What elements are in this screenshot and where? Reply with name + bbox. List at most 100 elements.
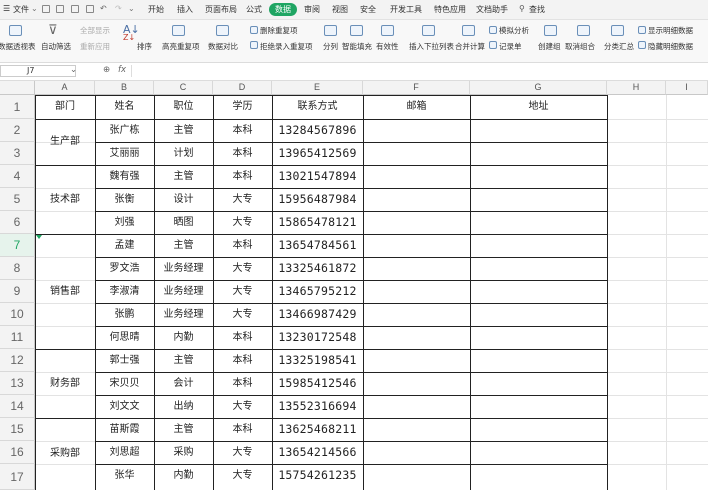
table-cell-name[interactable]: 张华 bbox=[95, 464, 154, 490]
table-cell-education[interactable]: 大专 bbox=[213, 188, 272, 211]
table-cell-name[interactable]: 张广栋 bbox=[95, 119, 154, 142]
row-header-11[interactable]: 11 bbox=[0, 326, 35, 349]
preview-icon[interactable] bbox=[86, 5, 94, 13]
highlight-duplicates-button[interactable]: 高亮重复项 bbox=[162, 41, 200, 52]
split-column-icon[interactable] bbox=[324, 25, 337, 36]
validity-icon[interactable] bbox=[381, 25, 394, 36]
table-cell-name[interactable]: 魏有强 bbox=[95, 165, 154, 188]
table-cell-education[interactable]: 本科 bbox=[213, 142, 272, 165]
name-box[interactable]: J7 bbox=[0, 65, 76, 77]
select-all-corner[interactable] bbox=[0, 81, 35, 95]
remove-duplicates-icon[interactable] bbox=[250, 26, 258, 34]
table-cell-name[interactable]: 何思晴 bbox=[95, 326, 154, 349]
file-menu[interactable]: 文件 bbox=[13, 4, 29, 15]
row-header-13[interactable]: 13 bbox=[0, 372, 35, 395]
tab-doc-assistant[interactable]: 文档助手 bbox=[476, 4, 508, 15]
data-compare-button[interactable]: 数据对比 bbox=[208, 41, 238, 52]
department-cell[interactable]: 销售部 bbox=[35, 234, 95, 349]
tab-data[interactable]: 数据 bbox=[269, 3, 297, 16]
table-cell-phone[interactable]: 13466987429 bbox=[272, 303, 363, 326]
table-cell-education[interactable]: 本科 bbox=[213, 372, 272, 395]
show-detail-button[interactable]: 显示明细数据 bbox=[648, 25, 693, 36]
sort-button[interactable]: 排序 bbox=[137, 41, 152, 52]
row-header-1[interactable]: 1 bbox=[0, 95, 35, 119]
table-cell-position[interactable]: 业务经理 bbox=[154, 257, 213, 280]
table-cell-position[interactable]: 主管 bbox=[154, 349, 213, 372]
department-cell[interactable]: 财务部 bbox=[35, 349, 95, 418]
table-cell-education[interactable]: 本科 bbox=[213, 418, 272, 441]
col-header-c[interactable]: C bbox=[154, 81, 213, 95]
table-cell-name[interactable]: 刘强 bbox=[95, 211, 154, 234]
menu-icon[interactable]: ☰ bbox=[3, 4, 10, 13]
subtotal-button[interactable]: 分类汇总 bbox=[604, 41, 634, 52]
pivot-table-icon[interactable] bbox=[9, 25, 22, 36]
table-cell-name[interactable]: 宋贝贝 bbox=[95, 372, 154, 395]
table-cell-position[interactable]: 出纳 bbox=[154, 395, 213, 418]
table-cell-education[interactable]: 大专 bbox=[213, 303, 272, 326]
table-cell-education[interactable]: 本科 bbox=[213, 349, 272, 372]
dropdown-list-icon[interactable] bbox=[422, 25, 435, 36]
split-column-button[interactable]: 分列 bbox=[323, 41, 338, 52]
export-icon[interactable] bbox=[56, 5, 64, 13]
tab-security[interactable]: 安全 bbox=[360, 4, 376, 15]
row-header-17[interactable]: 17 bbox=[0, 464, 35, 490]
table-cell-position[interactable]: 主管 bbox=[154, 418, 213, 441]
header-education[interactable]: 学历 bbox=[213, 95, 272, 119]
table-cell-education[interactable]: 大专 bbox=[213, 280, 272, 303]
col-header-b[interactable]: B bbox=[95, 81, 154, 95]
table-cell-phone[interactable]: 13465795212 bbox=[272, 280, 363, 303]
zoom-icon[interactable]: ⊕ bbox=[103, 65, 110, 75]
header-name[interactable]: 姓名 bbox=[95, 95, 154, 119]
search-icon[interactable]: ⚲ bbox=[519, 4, 525, 13]
smart-fill-button[interactable]: 智能填充 bbox=[342, 41, 372, 52]
row-header-5[interactable]: 5 bbox=[0, 188, 35, 211]
table-cell-phone[interactable]: 13552316694 bbox=[272, 395, 363, 418]
consolidate-button[interactable]: 合并计算 bbox=[455, 41, 485, 52]
record-button[interactable]: 记录单 bbox=[499, 41, 522, 52]
table-cell-phone[interactable]: 15865478121 bbox=[272, 211, 363, 234]
header-position[interactable]: 职位 bbox=[154, 95, 213, 119]
col-header-h[interactable]: H bbox=[607, 81, 666, 95]
table-cell-phone[interactable]: 13230172548 bbox=[272, 326, 363, 349]
tab-features[interactable]: 特色应用 bbox=[434, 4, 466, 15]
header-address[interactable]: 地址 bbox=[470, 95, 607, 119]
row-header-3[interactable]: 3 bbox=[0, 142, 35, 165]
table-cell-name[interactable]: 孟建 bbox=[95, 234, 154, 257]
subtotal-icon[interactable] bbox=[611, 25, 624, 36]
table-cell-phone[interactable]: 15754261235 bbox=[272, 464, 363, 490]
table-cell-phone[interactable]: 13654784561 bbox=[272, 234, 363, 257]
tab-developer[interactable]: 开发工具 bbox=[390, 4, 422, 15]
hide-detail-button[interactable]: 隐藏明细数据 bbox=[648, 41, 693, 52]
hide-detail-icon[interactable] bbox=[638, 41, 646, 49]
table-cell-phone[interactable]: 13965412569 bbox=[272, 142, 363, 165]
table-cell-name[interactable]: 张鹏 bbox=[95, 303, 154, 326]
col-header-g[interactable]: G bbox=[470, 81, 607, 95]
table-cell-position[interactable]: 设计 bbox=[154, 188, 213, 211]
col-header-d[interactable]: D bbox=[213, 81, 272, 95]
table-cell-phone[interactable]: 15956487984 bbox=[272, 188, 363, 211]
row-header-15[interactable]: 15 bbox=[0, 418, 35, 441]
table-cell-position[interactable]: 业务经理 bbox=[154, 303, 213, 326]
ungroup-icon[interactable] bbox=[577, 25, 590, 36]
table-cell-education[interactable]: 本科 bbox=[213, 234, 272, 257]
consolidate-icon[interactable] bbox=[462, 25, 475, 36]
col-header-a[interactable]: A bbox=[35, 81, 95, 95]
row-header-8[interactable]: 8 bbox=[0, 257, 35, 280]
header-contact[interactable]: 联系方式 bbox=[272, 95, 363, 119]
table-cell-name[interactable]: 刘文文 bbox=[95, 395, 154, 418]
customize-icon[interactable]: ⌄ bbox=[128, 4, 135, 13]
table-cell-name[interactable]: 李淑清 bbox=[95, 280, 154, 303]
table-cell-education[interactable]: 本科 bbox=[213, 165, 272, 188]
print-icon[interactable] bbox=[71, 5, 79, 13]
table-cell-position[interactable]: 会计 bbox=[154, 372, 213, 395]
table-cell-phone[interactable]: 13284567896 bbox=[272, 119, 363, 142]
highlight-duplicates-icon[interactable] bbox=[172, 25, 185, 36]
tab-insert[interactable]: 插入 bbox=[177, 4, 193, 15]
table-cell-name[interactable]: 张衡 bbox=[95, 188, 154, 211]
table-cell-position[interactable]: 内勤 bbox=[154, 326, 213, 349]
table-cell-education[interactable]: 大专 bbox=[213, 441, 272, 464]
table-cell-position[interactable]: 业务经理 bbox=[154, 280, 213, 303]
redo-icon[interactable]: ↷ bbox=[115, 4, 122, 13]
row-header-10[interactable]: 10 bbox=[0, 303, 35, 326]
table-cell-position[interactable]: 内勤 bbox=[154, 464, 213, 490]
